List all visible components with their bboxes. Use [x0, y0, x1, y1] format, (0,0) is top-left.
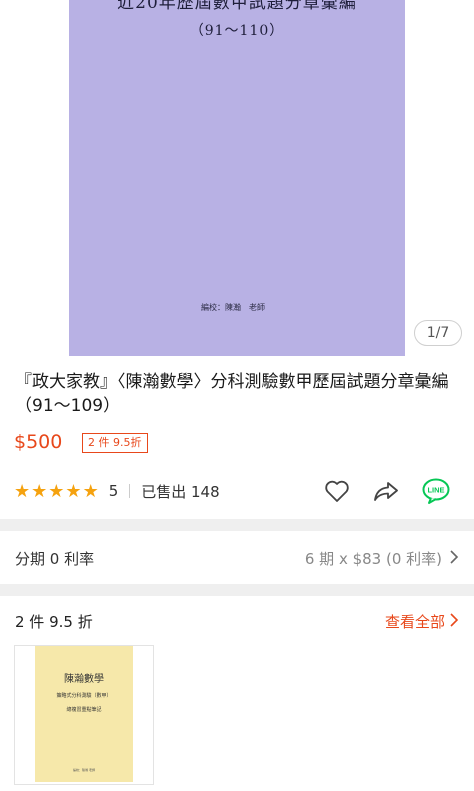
product-cover-image[interactable]: 近20年歷屆數甲試題分章彙編 （91～110） 編校：陳瀚 老師 — [69, 0, 405, 356]
rating-row[interactable]: ★ ★ ★ ★ ★ 5 已售出 148 — [14, 478, 220, 504]
share-arrow-icon[interactable] — [371, 476, 401, 506]
product-price: $500 — [14, 431, 63, 453]
heart-outline-icon[interactable] — [322, 476, 352, 506]
star-icon: ★ — [65, 480, 82, 502]
cover-author: 編校：陳瀚 老師 — [201, 303, 265, 312]
bundle-title: 2 件 9.5 折 — [15, 613, 93, 631]
star-icon: ★ — [14, 480, 31, 502]
section-divider — [0, 519, 474, 531]
cover-title: 近20年歷屆數甲試題分章彙編 — [117, 0, 357, 13]
section-divider — [0, 584, 474, 596]
see-all-link[interactable]: 查看全部 — [385, 611, 445, 632]
image-counter: 1/7 — [414, 320, 462, 346]
chevron-right-icon — [450, 550, 459, 564]
star-icon: ★ — [48, 480, 65, 502]
promo-badge[interactable]: 2 件 9.5折 — [82, 433, 148, 453]
star-icon: ★ — [82, 480, 99, 502]
book-title-line3: 總複習重點筆記 — [66, 707, 102, 713]
divider — [129, 484, 131, 498]
chevron-right-icon[interactable] — [447, 613, 461, 627]
book-footer: 編校：陳瀚 老師 — [73, 768, 95, 772]
book-title-line1: 陳瀚數學 — [64, 674, 104, 685]
star-icon: ★ — [31, 480, 48, 502]
product-image-gallery[interactable]: 近20年歷屆數甲試題分章彙編 （91～110） 編校：陳瀚 老師 1/7 — [0, 0, 474, 358]
rating-count: 5 — [108, 482, 119, 500]
bundle-product-card[interactable]: 陳瀚數學 策略式分科測驗（數甲） 總複習重點筆記 編校：陳瀚 老師 — [14, 645, 154, 785]
sold-count: 已售出 148 — [141, 482, 220, 501]
cover-subtitle: （91～110） — [189, 23, 285, 39]
bundle-product-image: 陳瀚數學 策略式分科測驗（數甲） 總複習重點筆記 編校：陳瀚 老師 — [35, 646, 133, 782]
line-share-icon[interactable]: LINE — [421, 476, 451, 506]
installment-label: 分期 0 利率 — [15, 550, 95, 568]
installment-row[interactable]: 分期 0 利率 6 期 x $83 (0 利率) — [0, 531, 474, 584]
installment-value: 6 期 x $83 (0 利率) — [304, 550, 442, 568]
product-title: 『政大家教』〈陳瀚數學〉分科測驗數甲歷屆試題分章彙編（91～109） — [15, 372, 449, 416]
book-title-line2: 策略式分科測驗（數甲） — [56, 693, 112, 699]
bundle-header: 2 件 9.5 折 查看全部 — [0, 596, 474, 640]
line-icon-text: LINE — [427, 486, 444, 495]
